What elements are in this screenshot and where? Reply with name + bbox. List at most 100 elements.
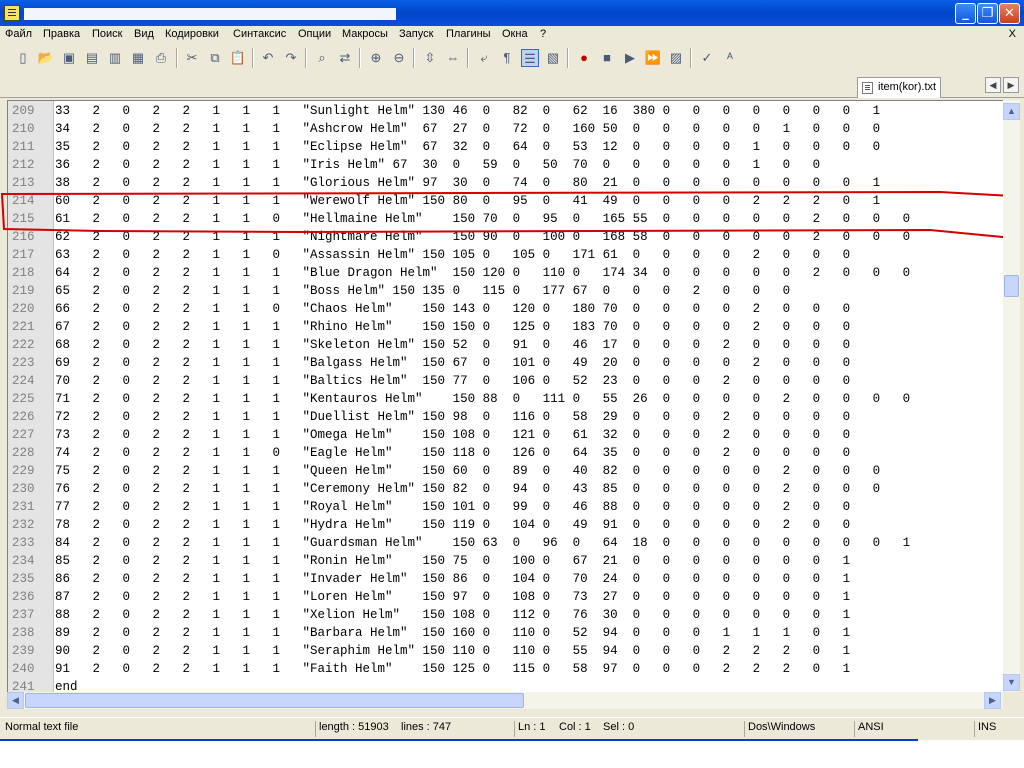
line-text[interactable]: 89 2 0 2 2 1 1 1 "Barbara Helm" 150 160 … — [55, 626, 850, 640]
line-text[interactable]: 70 2 0 2 2 1 1 1 "Baltics Helm" 150 77 0… — [55, 374, 850, 388]
line-text[interactable]: 34 2 0 2 2 1 1 1 "Ashcrow Helm" 67 27 0 … — [55, 122, 880, 136]
tab-scroll-right-button[interactable]: ▶ — [1003, 77, 1019, 93]
line-text[interactable]: 71 2 0 2 2 1 1 1 "Kentauros Helm" 150 88… — [55, 392, 910, 406]
menu-edit[interactable]: Правка — [43, 28, 80, 40]
line-text[interactable]: 86 2 0 2 2 1 1 1 "Invader Helm" 150 86 0… — [55, 572, 850, 586]
close-document-x[interactable]: X — [1009, 28, 1016, 40]
line-text[interactable]: 73 2 0 2 2 1 1 1 "Omega Helm" 150 108 0 … — [55, 428, 850, 442]
editor-line[interactable]: 209 33 2 0 2 2 1 1 1 "Sunlight Helm" 130 … — [8, 104, 1003, 122]
editor-line[interactable]: 223 69 2 0 2 2 1 1 1 "Balgass Helm" 150 6… — [8, 356, 1003, 374]
line-text[interactable]: 72 2 0 2 2 1 1 1 "Duellist Helm" 150 98 … — [55, 410, 850, 424]
undo-button[interactable]: ↶ — [259, 49, 277, 67]
show-all-chars-button[interactable]: ¶ — [498, 49, 516, 67]
save-macro-button[interactable]: ▨ — [667, 49, 685, 67]
zoom-in-button[interactable]: ⊕ — [367, 49, 385, 67]
editor-line[interactable]: 227 73 2 0 2 2 1 1 1 "Omega Helm" 150 108… — [8, 428, 1003, 446]
line-text[interactable]: end — [55, 680, 78, 692]
vertical-scroll-thumb[interactable] — [1004, 275, 1019, 297]
line-text[interactable]: 75 2 0 2 2 1 1 1 "Queen Helm" 150 60 0 8… — [55, 464, 880, 478]
editor-line[interactable]: 232 78 2 0 2 2 1 1 1 "Hydra Helm" 150 119… — [8, 518, 1003, 536]
menu-run[interactable]: Запуск — [399, 28, 433, 40]
redo-button[interactable]: ↷ — [282, 49, 300, 67]
user-lang-button[interactable]: ▧ — [544, 49, 562, 67]
menu-plugins[interactable]: Плагины — [446, 28, 491, 40]
line-text[interactable]: 66 2 0 2 2 1 1 0 "Chaos Helm" 150 143 0 … — [55, 302, 850, 316]
play-macro-button[interactable]: ▶ — [621, 49, 639, 67]
editor-line[interactable]: 219 65 2 0 2 2 1 1 1 "Boss Helm" 150 135 … — [8, 284, 1003, 302]
editor-line[interactable]: 224 70 2 0 2 2 1 1 1 "Baltics Helm" 150 7… — [8, 374, 1003, 392]
line-text[interactable]: 60 2 0 2 2 1 1 1 "Werewolf Helm" 150 80 … — [55, 194, 880, 208]
vertical-scrollbar[interactable] — [1003, 100, 1020, 692]
play-multiple-macro-button[interactable]: ⏩ — [644, 49, 662, 67]
line-text[interactable]: 65 2 0 2 2 1 1 1 "Boss Helm" 150 135 0 1… — [55, 284, 790, 298]
line-text[interactable]: 74 2 0 2 2 1 1 0 "Eagle Helm" 150 118 0 … — [55, 446, 850, 460]
editor-line[interactable]: 233 84 2 0 2 2 1 1 1 "Guardsman Helm" 150… — [8, 536, 1003, 554]
zoom-out-button[interactable]: ⊖ — [390, 49, 408, 67]
editor-line[interactable]: 229 75 2 0 2 2 1 1 1 "Queen Helm" 150 60 … — [8, 464, 1003, 482]
paste-button[interactable]: 📋 — [229, 49, 247, 67]
editor-line[interactable]: 216 62 2 0 2 2 1 1 1 "Nightmare Helm" 150… — [8, 230, 1003, 248]
close-file-button[interactable]: ▥ — [106, 49, 124, 67]
line-text[interactable]: 62 2 0 2 2 1 1 1 "Nightmare Helm" 150 90… — [55, 230, 910, 244]
stop-macro-button[interactable]: ■ — [598, 49, 616, 67]
editor-line[interactable]: 221 67 2 0 2 2 1 1 1 "Rhino Helm" 150 150… — [8, 320, 1003, 338]
line-text[interactable]: 38 2 0 2 2 1 1 1 "Glorious Helm" 97 30 0… — [55, 176, 880, 190]
copy-button[interactable]: ⧉ — [206, 49, 224, 67]
editor-line[interactable]: 238 89 2 0 2 2 1 1 1 "Barbara Helm" 150 1… — [8, 626, 1003, 644]
menu-options[interactable]: Опции — [298, 28, 331, 40]
editor-line[interactable]: 239 90 2 0 2 2 1 1 1 "Seraphim Helm" 150 … — [8, 644, 1003, 662]
restore-button[interactable]: ❐ — [977, 3, 998, 24]
sync-horizontal-button[interactable]: ⇔ — [444, 49, 462, 67]
scroll-left-button[interactable]: ◀ — [7, 692, 24, 709]
editor-line[interactable]: 214 60 2 0 2 2 1 1 1 "Werewolf Helm" 150 … — [8, 194, 1003, 212]
line-text[interactable]: 77 2 0 2 2 1 1 1 "Royal Helm" 150 101 0 … — [55, 500, 850, 514]
word-wrap-button[interactable]: ⤶ — [475, 49, 493, 67]
line-text[interactable]: 68 2 0 2 2 1 1 1 "Skeleton Helm" 150 52 … — [55, 338, 850, 352]
close-button[interactable]: ✕ — [999, 3, 1020, 24]
editor-line[interactable]: 222 68 2 0 2 2 1 1 1 "Skeleton Helm" 150 … — [8, 338, 1003, 356]
tab-item-kor-txt[interactable]: item(kor).txt — [857, 77, 941, 98]
editor-line[interactable]: 211 35 2 0 2 2 1 1 1 "Eclipse Helm" 67 32… — [8, 140, 1003, 158]
line-text[interactable]: 85 2 0 2 2 1 1 1 "Ronin Helm" 150 75 0 1… — [55, 554, 850, 568]
open-file-button[interactable]: 📂 — [37, 49, 55, 67]
scroll-down-button[interactable]: ▼ — [1003, 674, 1020, 691]
menu-search[interactable]: Поиск — [92, 28, 122, 40]
spell-check-button[interactable]: ✓ — [698, 49, 716, 67]
minimize-button[interactable]: _ — [955, 3, 976, 24]
abc-check-button[interactable]: ᴬ — [721, 49, 739, 67]
menu-file[interactable]: Файл — [5, 28, 32, 40]
editor-line[interactable]: 236 87 2 0 2 2 1 1 1 "Loren Helm" 150 97 … — [8, 590, 1003, 608]
editor-line[interactable]: 212 36 2 0 2 2 1 1 1 "Iris Helm" 67 30 0 … — [8, 158, 1003, 176]
cut-button[interactable]: ✂ — [183, 49, 201, 67]
record-macro-button[interactable]: ● — [575, 49, 593, 67]
menu-macros[interactable]: Макросы — [342, 28, 388, 40]
editor-line[interactable]: 215 61 2 0 2 2 1 1 0 "Hellmaine Helm" 150… — [8, 212, 1003, 230]
save-all-button[interactable]: ▤ — [83, 49, 101, 67]
line-text[interactable]: 90 2 0 2 2 1 1 1 "Seraphim Helm" 150 110… — [55, 644, 850, 658]
line-text[interactable]: 84 2 0 2 2 1 1 1 "Guardsman Helm" 150 63… — [55, 536, 910, 550]
line-text[interactable]: 63 2 0 2 2 1 1 0 "Assassin Helm" 150 105… — [55, 248, 850, 262]
editor-line[interactable]: 230 76 2 0 2 2 1 1 1 "Ceremony Helm" 150 … — [8, 482, 1003, 500]
new-file-button[interactable]: ▯ — [14, 49, 32, 67]
editor-line[interactable]: 218 64 2 0 2 2 1 1 1 "Blue Dragon Helm" 1… — [8, 266, 1003, 284]
title-bar[interactable]: _ ❐ ✕ — [0, 0, 1024, 26]
line-text[interactable]: 88 2 0 2 2 1 1 1 "Xelion Helm" 150 108 0… — [55, 608, 850, 622]
scroll-right-button[interactable]: ▶ — [984, 692, 1001, 709]
menu-windows[interactable]: Окна — [502, 28, 528, 40]
line-text[interactable]: 87 2 0 2 2 1 1 1 "Loren Helm" 150 97 0 1… — [55, 590, 850, 604]
scroll-up-button[interactable]: ▲ — [1003, 103, 1020, 120]
menu-help[interactable]: ? — [540, 28, 546, 40]
print-button[interactable]: ⎙ — [152, 49, 170, 67]
menu-view[interactable]: Вид — [134, 28, 154, 40]
editor-line[interactable]: 225 71 2 0 2 2 1 1 1 "Kentauros Helm" 150… — [8, 392, 1003, 410]
editor-line[interactable]: 234 85 2 0 2 2 1 1 1 "Ronin Helm" 150 75 … — [8, 554, 1003, 572]
save-button[interactable]: ▣ — [60, 49, 78, 67]
editor-line[interactable]: 237 88 2 0 2 2 1 1 1 "Xelion Helm" 150 10… — [8, 608, 1003, 626]
line-text[interactable]: 78 2 0 2 2 1 1 1 "Hydra Helm" 150 119 0 … — [55, 518, 850, 532]
editor-line[interactable]: 228 74 2 0 2 2 1 1 0 "Eagle Helm" 150 118… — [8, 446, 1003, 464]
editor-line[interactable]: 226 72 2 0 2 2 1 1 1 "Duellist Helm" 150 … — [8, 410, 1003, 428]
line-text[interactable]: 36 2 0 2 2 1 1 1 "Iris Helm" 67 30 0 59 … — [55, 158, 820, 172]
line-text[interactable]: 69 2 0 2 2 1 1 1 "Balgass Helm" 150 67 0… — [55, 356, 850, 370]
find-button[interactable]: ⌕ — [313, 49, 331, 67]
line-text[interactable]: 64 2 0 2 2 1 1 1 "Blue Dragon Helm" 150 … — [55, 266, 910, 280]
